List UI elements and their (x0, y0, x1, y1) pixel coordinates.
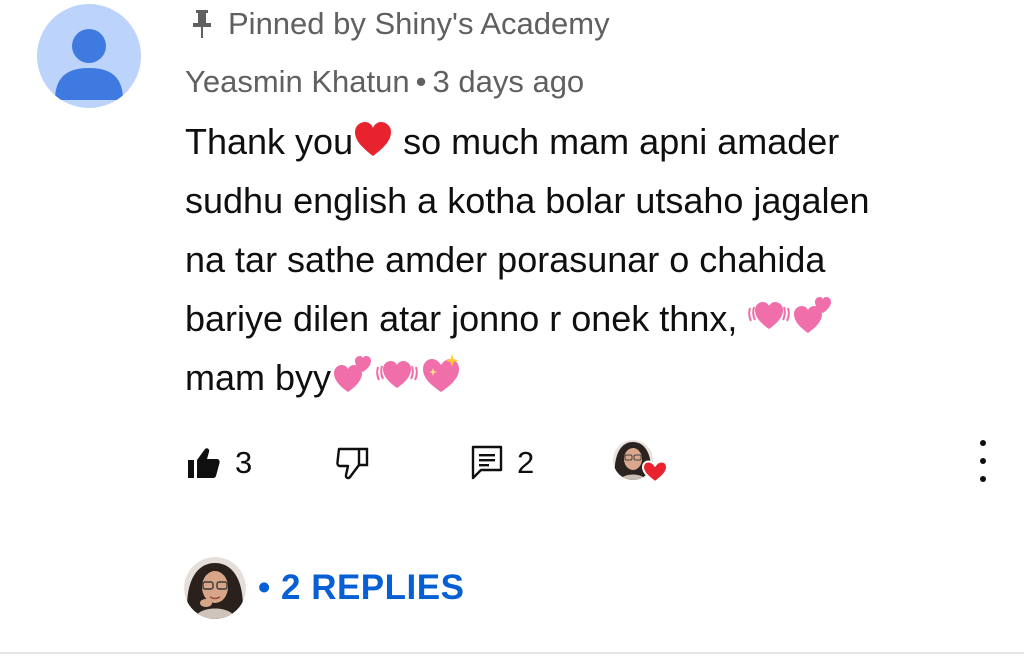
comment-line-1: Thank you so much mam apni amader (185, 112, 985, 171)
like-count: 3 (235, 445, 253, 480)
comment-meta: Yeasmin Khatun • 3 days ago (185, 64, 584, 100)
creator-heart (613, 438, 669, 484)
more-options-button[interactable] (971, 440, 995, 482)
comment-actions: 3 2 (185, 438, 995, 488)
beating-heart-icon (748, 302, 791, 329)
reply-count: 2 (517, 445, 535, 480)
replies-label[interactable]: • 2 REPLIES (258, 568, 464, 608)
comment-line-1-start: Thank you (185, 121, 354, 162)
creator-avatar-icon (184, 557, 246, 619)
comment-line-2: sudhu english a kotha bolar utsaho jagal… (185, 180, 870, 221)
comment-text: Thank you so much mam apni amader sudhu … (185, 112, 985, 407)
red-heart-icon (355, 122, 392, 156)
pinned-text: Pinned by Shiny's Academy (228, 6, 610, 41)
thumbs-up-icon (188, 448, 220, 478)
sparkling-heart-icon (423, 354, 460, 392)
view-replies-button[interactable]: • 2 REPLIES (184, 557, 464, 619)
two-hearts-icon (794, 297, 832, 333)
more-vert-dot (980, 458, 986, 464)
like-button[interactable]: 3 (187, 438, 252, 488)
two-hearts-icon (334, 356, 372, 392)
user-avatar[interactable] (37, 4, 141, 108)
replies-count-label: 2 REPLIES (281, 568, 465, 607)
comment-line-4-text: bariye dilen atar jonno r onek thnx, (185, 298, 748, 339)
comment-line-5-text: mam byy (185, 357, 332, 398)
comment-line-5: mam byy (185, 348, 985, 407)
comment-line-1-end: so much mam apni amader (393, 121, 840, 162)
more-vert-icon (980, 440, 986, 446)
pinned-label: Pinned by Shiny's Academy (190, 4, 610, 44)
comment-icon (471, 445, 503, 480)
creator-heart-icon (613, 440, 669, 484)
thumbs-down-icon (336, 447, 369, 480)
pin-icon (190, 8, 214, 40)
creator-avatar (184, 557, 246, 619)
author-name[interactable]: Yeasmin Khatun (185, 64, 410, 99)
dislike-button[interactable] (335, 438, 371, 488)
beating-heart-icon (376, 361, 418, 388)
divider (0, 652, 1024, 654)
comment-line-4: bariye dilen atar jonno r onek thnx, (185, 289, 985, 348)
comment-line-3: na tar sathe amder porasunar o chahida (185, 239, 826, 280)
comment-timestamp[interactable]: 3 days ago (433, 64, 585, 99)
reply-button[interactable]: 2 (471, 438, 534, 488)
user-icon (55, 29, 123, 100)
replies-bullet: • (258, 568, 271, 607)
more-vert-dot (980, 476, 986, 482)
meta-separator: • (415, 64, 427, 99)
